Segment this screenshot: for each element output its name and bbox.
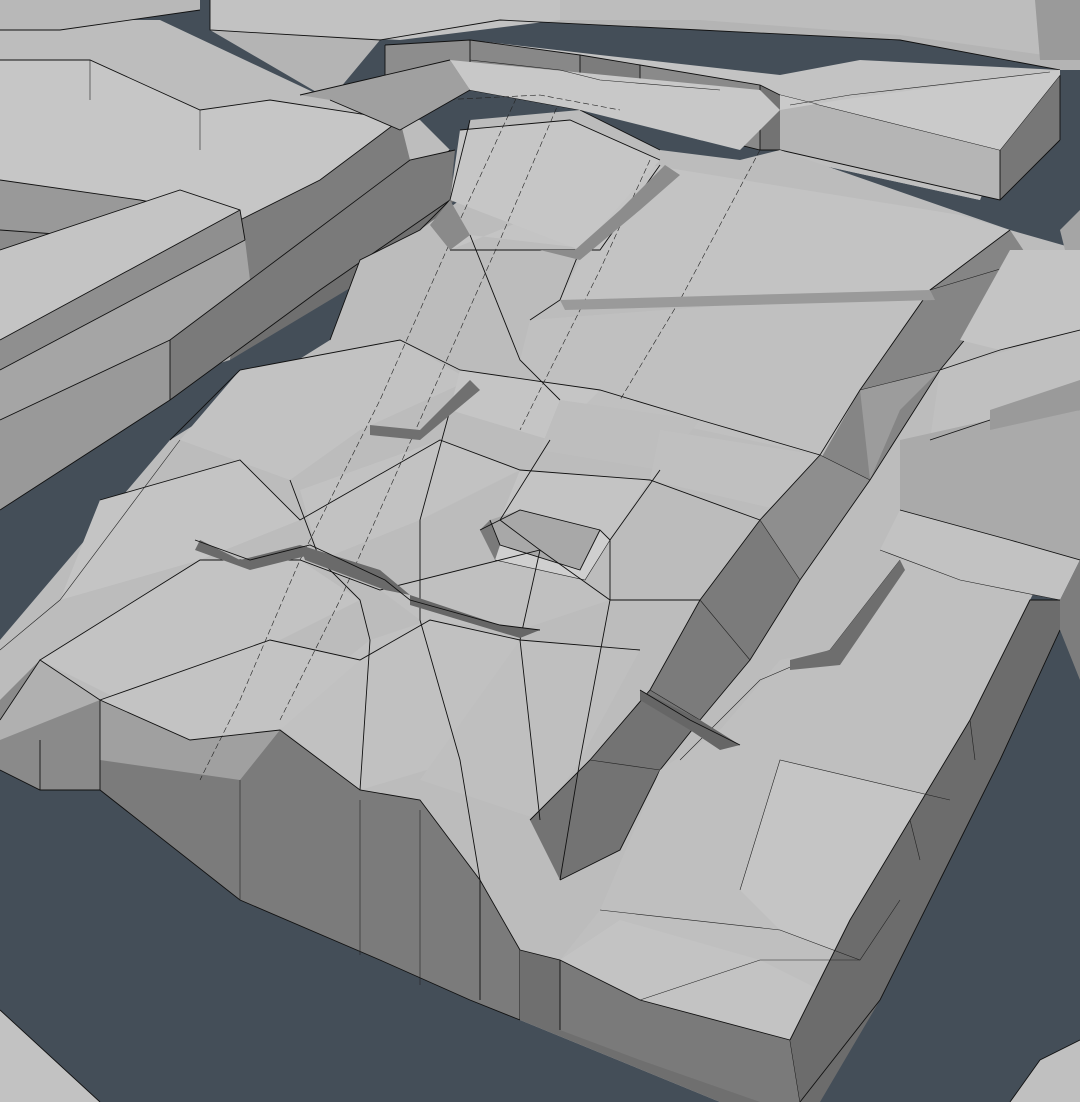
bottom-left-ground xyxy=(0,1009,101,1102)
block-model-render xyxy=(0,0,1080,1102)
3d-viewport[interactable] xyxy=(0,0,1080,1102)
